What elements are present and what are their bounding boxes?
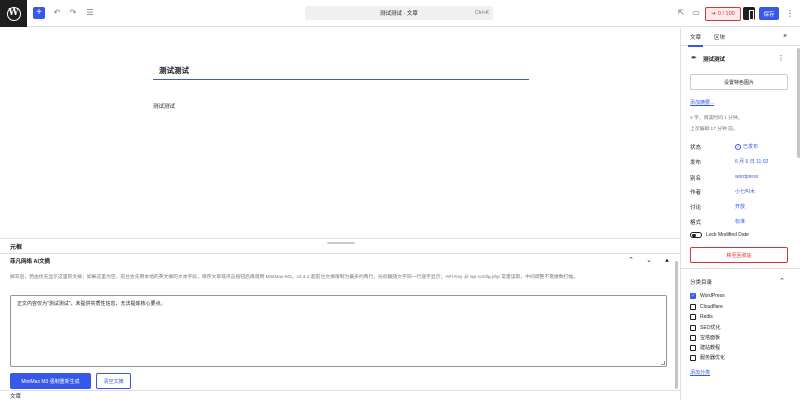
meta-scrollbar[interactable]	[675, 261, 678, 389]
ai-summary-description: 摘写后，若由优先显示这里的文摘；如果这里为空，前台会先用本地的英文摘的文本字段，…	[10, 275, 578, 280]
ai-summary-box-title: 菲凡网络 AI文摘	[10, 259, 51, 265]
author-value[interactable]: 小七叫木	[735, 188, 755, 195]
divider	[0, 390, 680, 391]
category-item[interactable]: 建站教程	[690, 344, 720, 351]
meta-resize-handle[interactable]	[327, 242, 355, 244]
sidebar-tabs: 文章 区块 ×	[681, 28, 800, 47]
collapse-toggle-icon[interactable]: ▴	[662, 255, 672, 265]
undo-icon[interactable]: ↶	[51, 7, 63, 19]
category-checkbox[interactable]: ✓	[690, 293, 696, 299]
slug-label: 别名	[690, 176, 702, 182]
category-item[interactable]: SEO优化	[690, 324, 721, 331]
publish-date-value[interactable]: 6 月 6 日 11:02	[735, 158, 768, 165]
seo-score-button[interactable]: ➔ 0 / 100	[705, 7, 741, 21]
word-count-info: 4 字，阅读时间 1 分钟。	[690, 116, 743, 121]
redo-icon[interactable]: ↷	[67, 7, 79, 19]
post-title-input[interactable]: 测试测试	[153, 63, 529, 80]
pen-icon: ✒	[691, 55, 697, 62]
category-item[interactable]: Redis	[690, 314, 713, 320]
move-down-icon[interactable]: ⌄	[644, 255, 654, 265]
lock-modified-toggle[interactable]	[690, 232, 702, 238]
chevron-up-icon[interactable]: ⌃	[777, 276, 787, 286]
command-shortcut: Ctrl+K	[474, 9, 489, 16]
divider	[0, 253, 680, 254]
close-icon[interactable]: ×	[780, 31, 790, 41]
paragraph-block[interactable]: 测试测试	[153, 102, 175, 110]
categories-panel-title[interactable]: 分类目录	[690, 278, 712, 286]
ai-summary-text: 正文内容仅为"测试测试"，未提供实质性信息，无法提炼核心要点。	[17, 301, 166, 307]
status-value[interactable]: ✓ 已发布	[735, 143, 758, 150]
top-toolbar: W + ↶ ↷ ☰ 测试测试 · 文章 Ctrl+K ⇱ ▭ ➔ 0 / 100…	[0, 0, 800, 27]
publish-label: 发布	[690, 160, 702, 166]
document-title: 测试测试	[703, 57, 726, 63]
divider	[681, 268, 800, 269]
move-to-trash-button[interactable]: 移至回收站	[690, 247, 788, 263]
add-category-link[interactable]: 添加分类	[690, 369, 710, 376]
category-checkbox[interactable]	[690, 314, 696, 320]
category-checkbox[interactable]	[690, 334, 696, 341]
meta-boxes-area: 元框 菲凡网络 AI文摘 ⌃ ⌄ ▴ 摘写后，若由优先显示这里的文摘；如果这里为…	[0, 238, 680, 400]
tab-block[interactable]: 区块	[714, 33, 725, 41]
wordpress-logo-button[interactable]: W	[0, 0, 27, 27]
slug-value[interactable]: wordpress	[735, 174, 758, 180]
lock-modified-label: Lock Modified Date	[706, 232, 749, 238]
format-value[interactable]: 标准	[735, 218, 745, 225]
discussion-value[interactable]: 开放	[735, 203, 745, 210]
category-item[interactable]: 宝塔面板	[690, 334, 720, 341]
editor-canvas: 测试测试 测试测试	[0, 28, 680, 238]
regenerate-summary-button[interactable]: MiniMax M3 强制重新生成	[10, 373, 91, 389]
settings-sidebar: 文章 区块 × ✒ 测试测试 ⋮ 设置特色图片 添加摘要... 4 字，阅读时间…	[680, 28, 800, 400]
discussion-label: 讨论	[690, 205, 702, 211]
last-edited-info: 上次编辑 17 分钟 前。	[690, 127, 738, 132]
author-label: 作者	[690, 190, 702, 196]
seo-score-text: 0 / 100	[717, 11, 735, 17]
move-up-icon[interactable]: ⌃	[626, 255, 636, 265]
category-item[interactable]: Cloudflare	[690, 304, 723, 310]
block-inserter-button[interactable]: +	[33, 7, 45, 19]
lock-modified-date[interactable]: Lock Modified Date	[690, 232, 749, 238]
more-actions-icon[interactable]: ⋮	[777, 53, 785, 63]
options-more-icon[interactable]: ⋮	[785, 7, 795, 20]
arrow-icon: ➔	[711, 11, 716, 17]
command-title: 测试测试 · 文章	[380, 11, 418, 17]
document-overview-icon[interactable]: ☰	[84, 7, 96, 19]
footer-breadcrumb[interactable]: 文章	[10, 392, 21, 400]
category-item[interactable]: 服务器优化	[690, 354, 725, 361]
published-check-icon: ✓	[735, 143, 741, 150]
category-checkbox[interactable]	[690, 354, 696, 361]
set-featured-image-button[interactable]: 设置特色图片	[690, 74, 788, 90]
tab-post[interactable]: 文章	[687, 33, 704, 47]
category-item[interactable]: ✓ WordPress	[690, 293, 725, 299]
status-label: 状态	[690, 145, 702, 151]
view-post-icon[interactable]: ⇱	[675, 7, 687, 19]
clear-summary-button[interactable]: 清空文摘	[96, 373, 131, 389]
category-checkbox[interactable]	[690, 324, 696, 331]
resize-grip-icon[interactable]	[661, 361, 665, 365]
command-palette-button[interactable]: 测试测试 · 文章 Ctrl+K	[305, 6, 493, 20]
save-button[interactable]: 保存	[759, 7, 779, 20]
add-excerpt-link[interactable]: 添加摘要...	[690, 99, 714, 106]
category-checkbox[interactable]	[690, 344, 696, 351]
device-preview-icon[interactable]: ▭	[690, 7, 702, 19]
ai-summary-textarea[interactable]: 正文内容仅为"测试测试"，未提供实质性信息，无法提炼核心要点。	[10, 295, 667, 367]
settings-panel-toggle-icon[interactable]	[743, 7, 755, 20]
meta-boxes-title: 元框	[10, 245, 23, 251]
category-checkbox[interactable]	[690, 304, 696, 310]
format-label: 格式	[690, 220, 702, 226]
wordpress-logo-icon: W	[6, 6, 21, 21]
